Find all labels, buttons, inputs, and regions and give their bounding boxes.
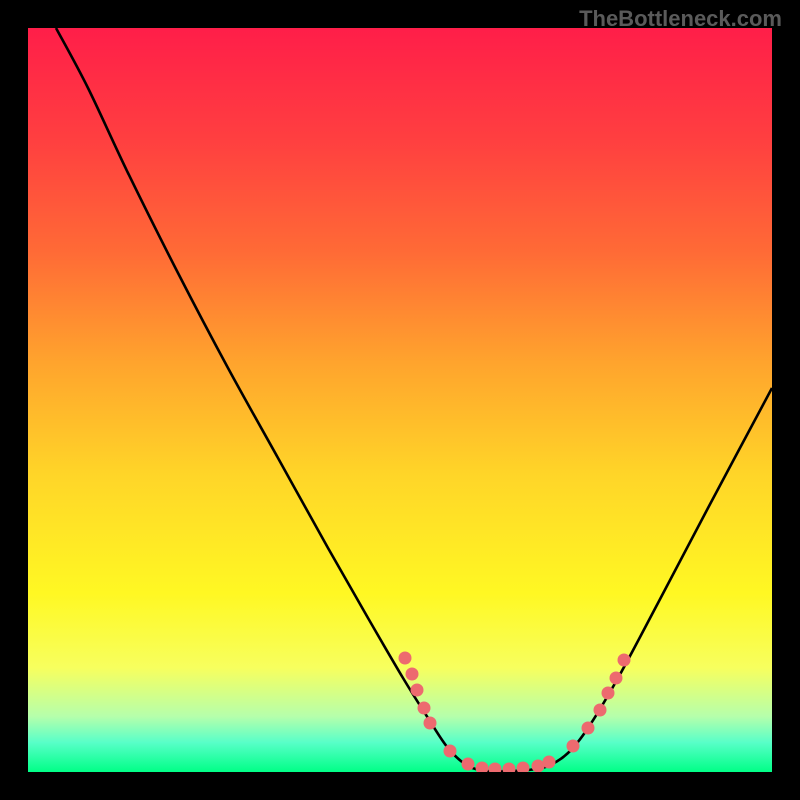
chart-container: { "attribution": "TheBottleneck.com", "c… <box>0 0 800 800</box>
plot-area <box>28 28 772 772</box>
gradient-bg <box>28 28 772 772</box>
